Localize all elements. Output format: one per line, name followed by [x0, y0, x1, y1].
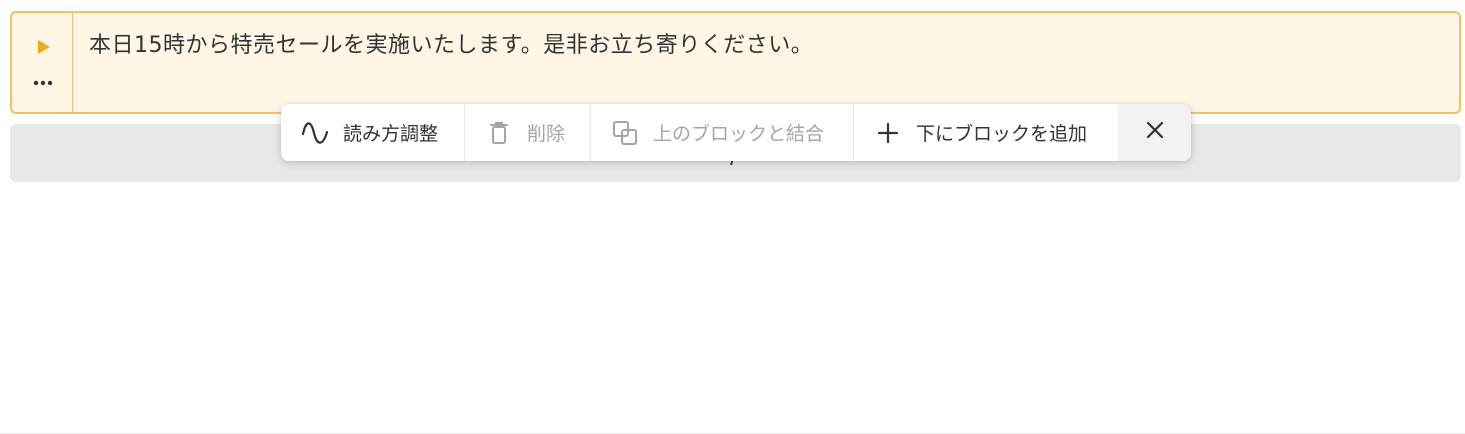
trash-icon [485, 119, 513, 147]
wave-icon [301, 119, 329, 147]
plus-icon [874, 119, 902, 147]
merge-icon [611, 119, 639, 147]
editor-canvas: 本日15時から特売セールを実施いたします。是非お立ち寄りください。 読み方調整 [0, 0, 1465, 434]
delete-button[interactable]: 削除 [465, 104, 591, 161]
merge-above-button[interactable]: 上のブロックと結合 [591, 104, 854, 161]
block-text[interactable]: 本日15時から特売セールを実施いたします。是非お立ち寄りください。 [73, 13, 813, 112]
reading-adjust-button[interactable]: 読み方調整 [281, 104, 465, 161]
block-gutter [12, 13, 73, 112]
play-icon[interactable] [34, 37, 54, 57]
close-icon [1145, 120, 1165, 145]
add-block-below-button[interactable]: 下にブロックを追加 [854, 104, 1118, 161]
block-toolbar: 読み方調整 削除 上のブロックと結合 下にブロックを追加 [281, 104, 1191, 161]
close-button[interactable] [1118, 104, 1191, 161]
reading-adjust-label: 読み方調整 [343, 123, 439, 145]
delete-label: 削除 [527, 123, 566, 145]
more-options-icon[interactable] [31, 76, 55, 90]
merge-above-label: 上のブロックと結合 [653, 123, 825, 145]
add-block-below-label: 下にブロックを追加 [916, 123, 1088, 145]
text-block-active[interactable]: 本日15時から特売セールを実施いたします。是非お立ち寄りください。 [10, 11, 1461, 114]
